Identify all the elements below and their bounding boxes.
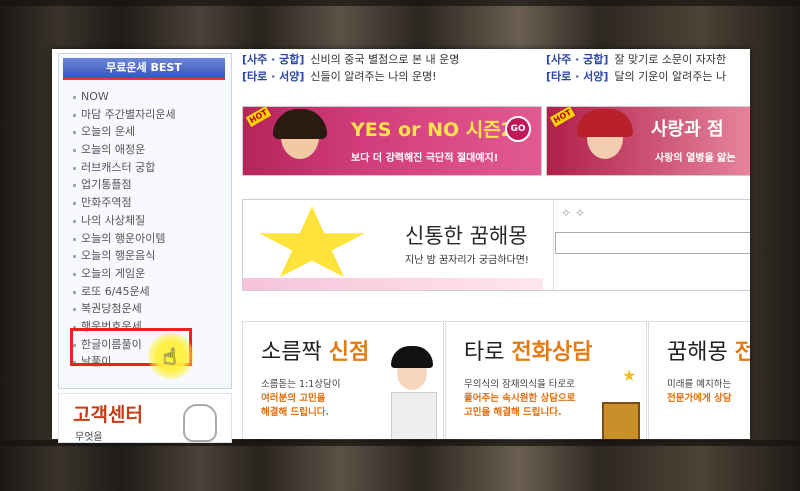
link-text[interactable]: 신들이 알려주는 나의 운명! bbox=[310, 70, 436, 83]
sidebar-item-lottery[interactable]: 복권당첨운세 bbox=[73, 300, 231, 318]
dream-interpretation-box: 신통한 꿈해몽 지난 밤 꿈자리가 궁금하다면! ✧ ✧ bbox=[242, 199, 750, 291]
card-description: 미래를 예지하는 전문가에게 상담 bbox=[667, 378, 732, 406]
category-label: [사주 · 궁합] bbox=[546, 53, 609, 66]
card-title-plain: 타로 bbox=[464, 340, 512, 365]
banner-subtitle: 사랑의 열병을 앓는 bbox=[655, 153, 736, 164]
sidebar-item-upgitong[interactable]: 업기통플점 bbox=[73, 176, 231, 194]
card-desc-line: 해결해 드립니다. bbox=[261, 407, 330, 418]
banner-love[interactable]: HOT 사랑과 점 사랑의 열병을 앓는 bbox=[546, 106, 750, 176]
browser-content-window: 무료운세 BEST NOW 마담 주간별자리운세 오늘의 운세 오늘의 애정운 … bbox=[52, 49, 750, 439]
customer-center-subtitle: 무엇을 bbox=[75, 432, 103, 443]
card-sinjeom[interactable]: 소름짝 신점 소름돋는 1:1상담이 여러분의 고민을 해결해 드립니다. bbox=[242, 321, 444, 439]
sparkle-icon: ✧ ✧ bbox=[561, 206, 585, 220]
link-text[interactable]: 잘 맞기로 소문이 자자한 bbox=[614, 53, 726, 66]
card-tarot-phone[interactable]: 타로 전화상담 무의식의 잠재의식을 타로로 풀어주는 속시원한 상담으로 고민… bbox=[445, 321, 647, 439]
top-link[interactable]: [타로 · 서양] 달의 기운이 알려주는 나 bbox=[546, 68, 726, 84]
category-label: [타로 · 서양] bbox=[546, 70, 609, 83]
sidebar-item-now[interactable]: NOW bbox=[73, 88, 231, 106]
go-button[interactable]: GO bbox=[505, 116, 531, 142]
sidebar-item-game-luck[interactable]: 오늘의 게임운 bbox=[73, 265, 231, 283]
banner-title: 사랑과 점 bbox=[651, 119, 724, 140]
top-link[interactable]: [타로 · 서양] 신들이 알려주는 나의 운명! bbox=[242, 68, 437, 84]
card-title: 꿈해몽 전 bbox=[667, 334, 750, 366]
sidebar-item-love-compat[interactable]: 러브캐스터 궁합 bbox=[73, 159, 231, 177]
banner-subtitle: 보다 더 강력해진 극단적 절대예지! bbox=[351, 153, 499, 164]
card-title-accent: 신점 bbox=[328, 340, 370, 365]
hand-cursor-icon: ☝ bbox=[163, 345, 177, 370]
customer-center-box[interactable]: 고객센터 무엇을 bbox=[58, 393, 232, 443]
card-dream-expert[interactable]: 꿈해몽 전 미래를 예지하는 전문가에게 상담 bbox=[648, 321, 750, 439]
banner-yes-or-no[interactable]: HOT YES or NO 시즌2 GO 보다 더 강력해진 극단적 절대예지! bbox=[242, 106, 542, 176]
card-description: 소름돋는 1:1상담이 여러분의 고민을 해결해 드립니다. bbox=[261, 378, 341, 420]
shelf-edge bbox=[0, 0, 800, 6]
banner-title: YES or NO 시즌2 bbox=[351, 119, 514, 141]
category-label: [타로 · 서양] bbox=[242, 70, 305, 83]
sidebar-item-lotto[interactable]: 로또 6/45운세 bbox=[73, 283, 231, 301]
hair-illustration bbox=[273, 109, 327, 139]
card-desc-line: 전문가에게 상담 bbox=[667, 393, 732, 404]
card-title-plain: 꿈해몽 bbox=[667, 340, 735, 365]
dream-title: 신통한 꿈해몽 bbox=[405, 224, 528, 248]
hair-illustration bbox=[577, 109, 633, 137]
top-link[interactable]: [사주 · 궁합] 신비의 중국 별점으로 본 내 운명 bbox=[242, 51, 459, 67]
card-desc-line: 미래를 예지하는 bbox=[667, 379, 732, 390]
sidebar-item-constitution[interactable]: 나의 사상체질 bbox=[73, 212, 231, 230]
card-title-plain: 소름짝 bbox=[261, 340, 329, 365]
decorative-band bbox=[243, 278, 543, 290]
sidebar-item-lucky-food[interactable]: 오늘의 행운음식 bbox=[73, 247, 231, 265]
hanbok-illustration bbox=[391, 392, 437, 439]
card-desc-line: 무의식의 잠재의식을 타로로 bbox=[464, 379, 575, 390]
mouse-icon bbox=[183, 404, 217, 442]
card-desc-line: 소름돋는 1:1상담이 bbox=[261, 379, 341, 390]
divider bbox=[553, 200, 554, 290]
card-desc-line: 고민을 해결해 드립니다. bbox=[464, 407, 562, 418]
link-text[interactable]: 달의 기운이 알려주는 나 bbox=[614, 70, 726, 83]
card-title-accent: 전 bbox=[735, 340, 750, 365]
card-title-accent: 전화상담 bbox=[511, 340, 593, 365]
card-desc-line: 여러분의 고민을 bbox=[261, 393, 326, 404]
hot-badge: HOT bbox=[245, 107, 272, 128]
star-illustration bbox=[259, 206, 365, 277]
hair-illustration bbox=[391, 346, 433, 368]
dream-subtitle: 지난 밤 꿈자리가 궁금하다면! bbox=[405, 255, 529, 266]
card-title: 소름짝 신점 bbox=[261, 334, 369, 366]
dream-search-input[interactable] bbox=[555, 232, 750, 254]
sidebar-item-today-fortune[interactable]: 오늘의 운세 bbox=[73, 123, 231, 141]
sidebar-item-lucky-item[interactable]: 오늘의 행운아이템 bbox=[73, 230, 231, 248]
customer-center-title: 고객센터 bbox=[73, 404, 143, 426]
sidebar-item-weekly-zodiac[interactable]: 마담 주간별자리운세 bbox=[73, 106, 231, 124]
sidebar-item-cartoon-iching[interactable]: 만화주역점 bbox=[73, 194, 231, 212]
sidebar-title: 무료운세 BEST bbox=[63, 58, 225, 80]
star-icon: ★ bbox=[622, 366, 637, 385]
link-text[interactable]: 신비의 중국 별점으로 본 내 운명 bbox=[310, 53, 459, 66]
card-description: 무의식의 잠재의식을 타로로 풀어주는 속시원한 상담으로 고민을 해결해 드립… bbox=[464, 378, 576, 420]
card-desc-line: 풀어주는 속시원한 상담으로 bbox=[464, 393, 576, 404]
tarot-card-illustration bbox=[602, 402, 640, 439]
top-link[interactable]: [사주 · 궁합] 잘 맞기로 소문이 자자한 bbox=[546, 51, 726, 67]
hot-badge: HOT bbox=[549, 107, 576, 128]
sidebar-item-today-love[interactable]: 오늘의 애정운 bbox=[73, 141, 231, 159]
category-label: [사주 · 궁합] bbox=[242, 53, 305, 66]
card-title: 타로 전화상담 bbox=[464, 334, 592, 366]
